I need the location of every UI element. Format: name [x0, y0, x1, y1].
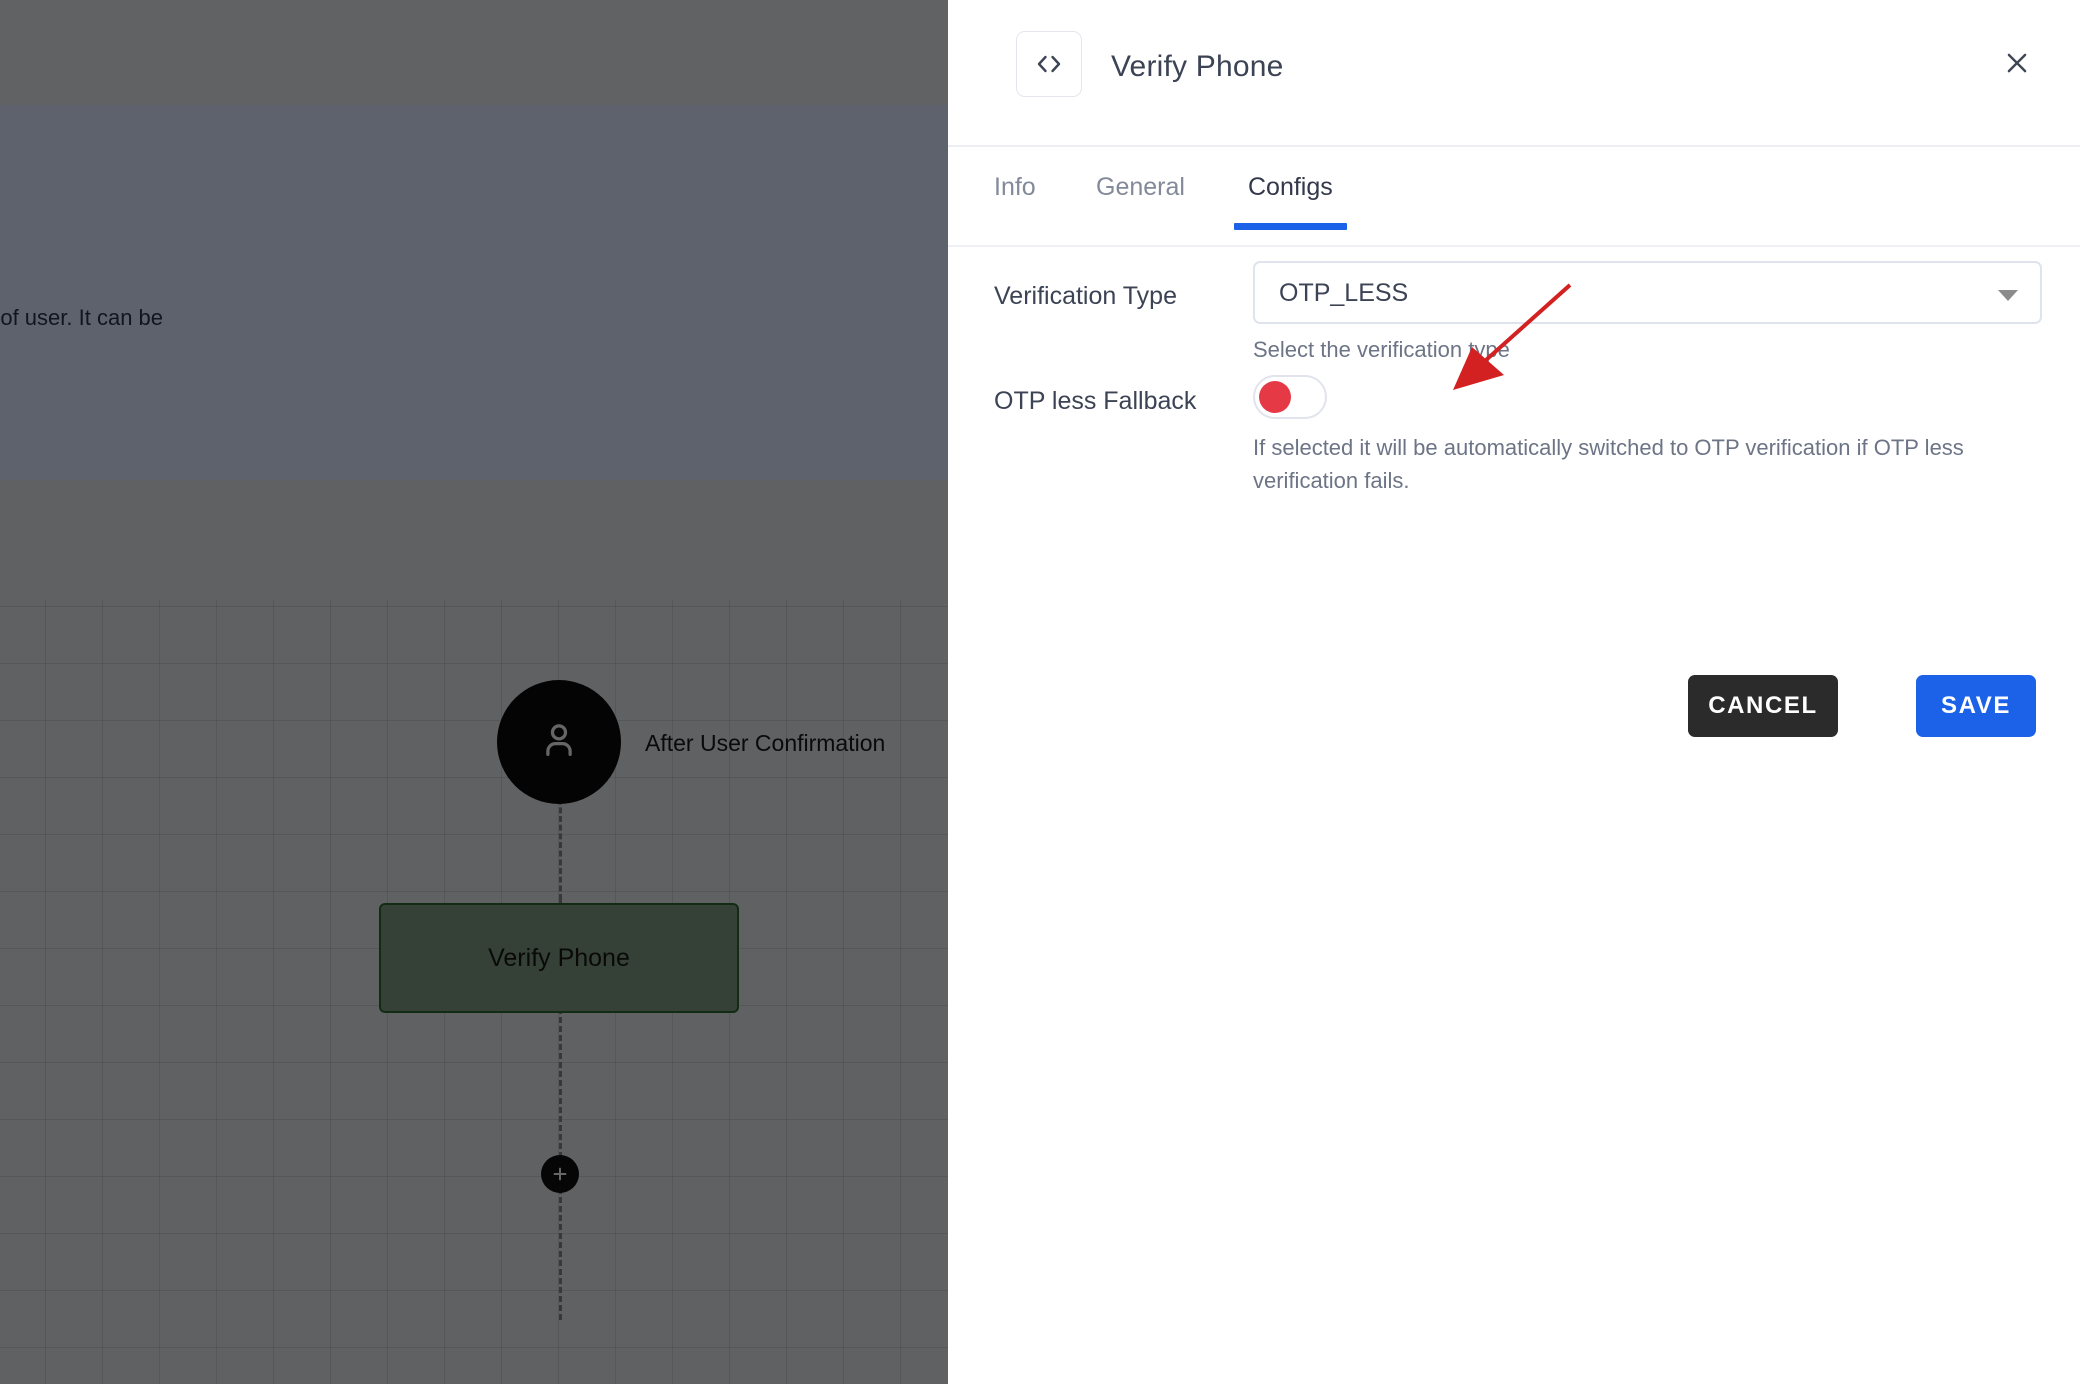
- panel-actions: CANCEL SAVE: [948, 675, 2080, 755]
- otp-less-fallback-row: OTP less Fallback If selected it will be…: [948, 363, 2080, 503]
- page-title: Verify Phone: [1111, 50, 1284, 83]
- verification-type-row: Verification Type OTP_LESS Select the ve…: [948, 245, 2080, 363]
- verification-type-select[interactable]: OTP_LESS: [1253, 261, 2042, 324]
- tab-configs[interactable]: Configs: [1234, 173, 1347, 230]
- save-button[interactable]: SAVE: [1916, 675, 2036, 737]
- verification-type-helper-text: Select the verification type: [1253, 337, 1510, 362]
- screen-root: n of user. It can be After User Confirma…: [0, 0, 2080, 1384]
- configs-form: Verification Type OTP_LESS Select the ve…: [948, 245, 2080, 737]
- tab-info[interactable]: Info: [994, 173, 1036, 228]
- modal-backdrop-band-middle[interactable]: [0, 105, 950, 480]
- modal-backdrop-band-bottom[interactable]: [0, 480, 950, 1384]
- close-button[interactable]: [1994, 42, 2040, 88]
- verification-type-label: Verification Type: [994, 282, 1177, 310]
- cancel-button[interactable]: CANCEL: [1688, 675, 1838, 737]
- panel-header: Verify Phone: [948, 0, 2080, 147]
- panel-tabs: Info General Configs: [948, 145, 2080, 247]
- otp-less-fallback-toggle[interactable]: [1253, 375, 1327, 419]
- toggle-knob: [1259, 381, 1291, 413]
- chevron-down-icon: [1998, 290, 2018, 301]
- verify-phone-panel: Verify Phone Info General Configs Verifi…: [948, 0, 2080, 1384]
- otp-less-fallback-helper-text: If selected it will be automatically swi…: [1253, 435, 1964, 493]
- close-icon: [2002, 48, 2032, 83]
- tab-general[interactable]: General: [1096, 173, 1185, 228]
- modal-backdrop-band-top[interactable]: [0, 0, 950, 105]
- code-brackets-icon: [1016, 31, 1082, 97]
- otp-less-fallback-label: OTP less Fallback: [994, 387, 1197, 415]
- verification-type-value: OTP_LESS: [1279, 279, 1409, 307]
